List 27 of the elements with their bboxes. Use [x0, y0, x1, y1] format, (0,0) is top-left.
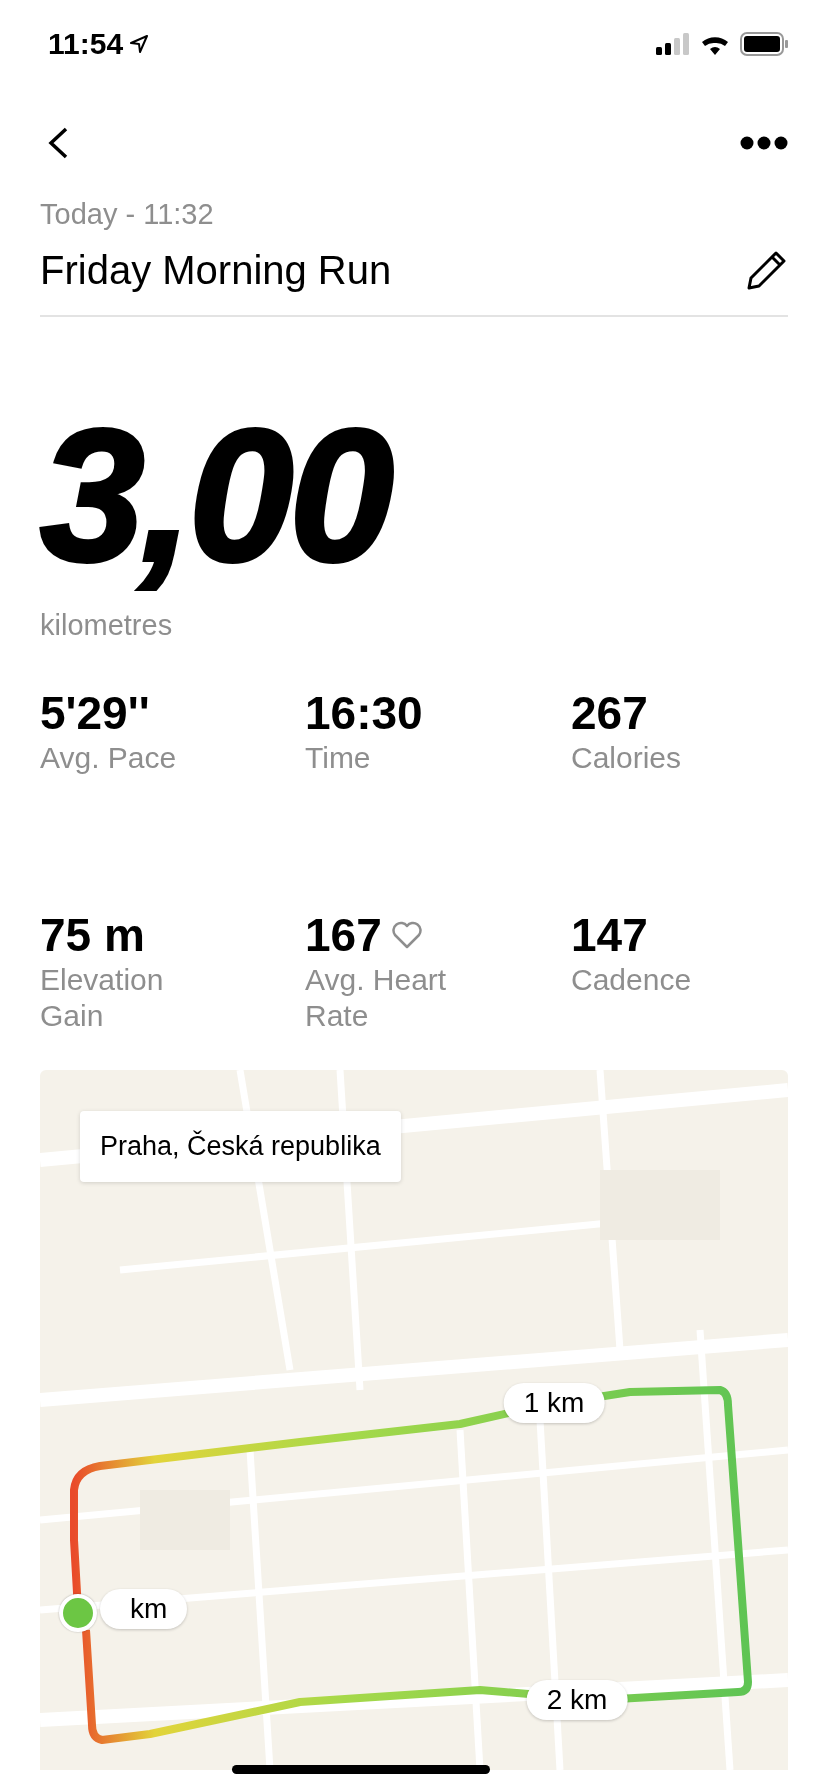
stat-value: 167	[305, 908, 382, 963]
edit-button[interactable]	[746, 249, 788, 291]
distance-value: 3,00	[40, 389, 392, 602]
stat-value: 16:30	[305, 686, 423, 741]
distance-marker: 1 km	[503, 1383, 605, 1424]
distance-marker: 2 km	[526, 1680, 628, 1721]
stat-label: Time	[305, 740, 372, 777]
back-button[interactable]	[46, 126, 70, 160]
status-time: 11:54	[48, 27, 124, 61]
stat-value: 75 m	[40, 908, 145, 963]
stat-label: Avg. Heart Rate	[305, 962, 448, 1035]
stat-label: Avg. Pace	[40, 740, 178, 777]
battery-icon	[740, 32, 788, 56]
signal-icon	[656, 33, 690, 55]
activity-date: Today - 11:32	[40, 198, 215, 231]
location-label: Praha, Česká republika	[80, 1111, 401, 1183]
stat-value: 5'29''	[40, 686, 150, 741]
distance-unit: kilometres	[40, 609, 174, 643]
stat-value: 147	[571, 908, 648, 963]
stat-label: Cadence	[571, 962, 693, 999]
stat-label: Calories	[571, 740, 683, 777]
more-button[interactable]	[740, 136, 788, 150]
activity-title: Friday Morning Run	[40, 247, 392, 293]
location-arrow-icon	[129, 34, 150, 54]
stat-label: Elevation Gain	[40, 962, 165, 1035]
distance-marker: km	[100, 1589, 188, 1630]
stat-value: 267	[571, 686, 648, 741]
